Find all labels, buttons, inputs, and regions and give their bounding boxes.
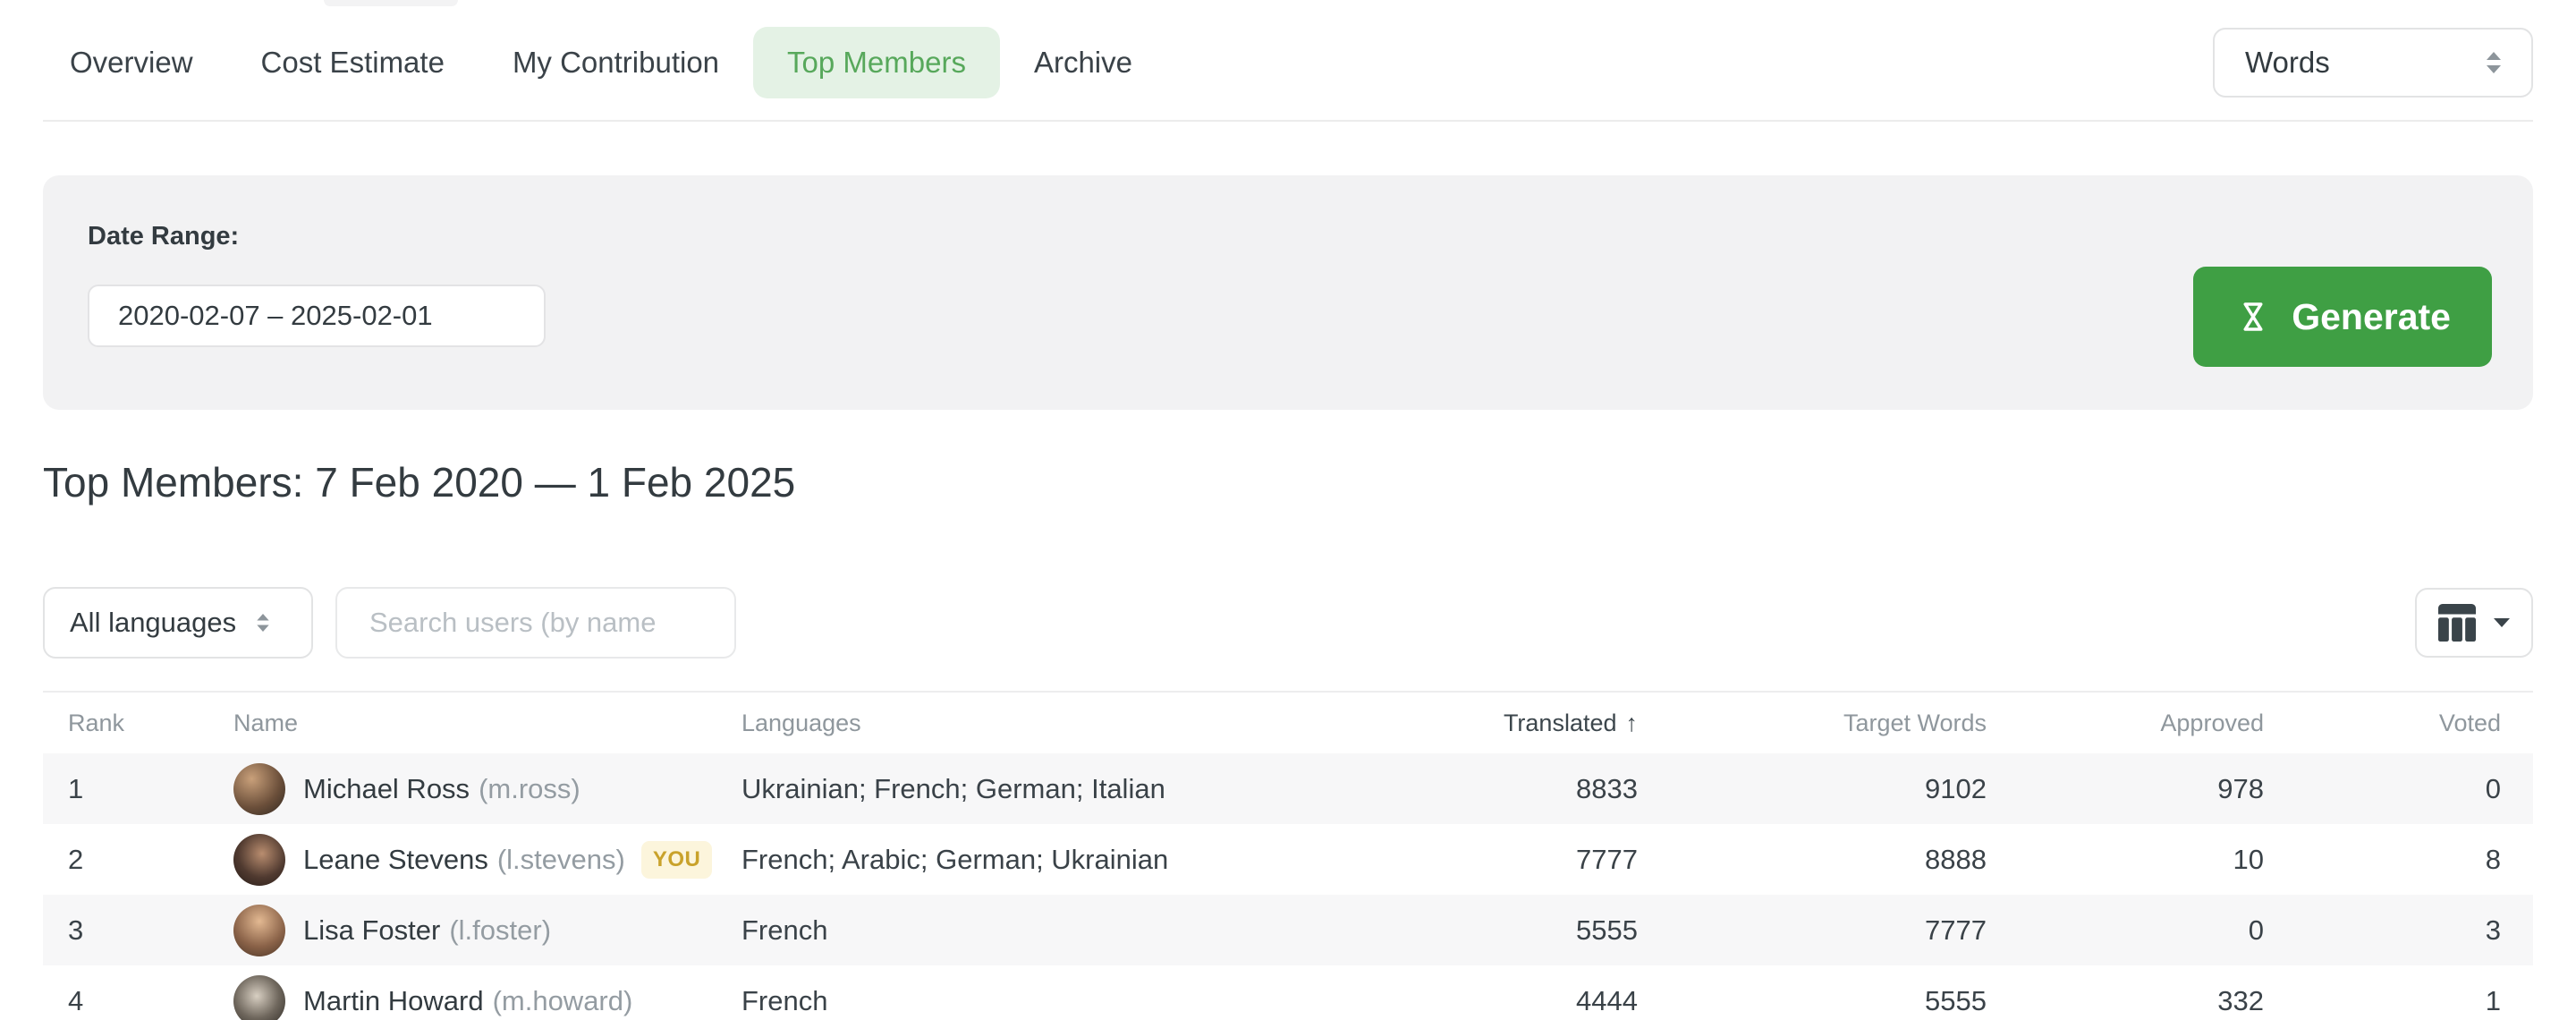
target-words-value: 5555 — [1670, 985, 2019, 1017]
report-tabs: Overview Cost Estimate My Contribution T… — [36, 27, 1166, 98]
member-username: (m.ross) — [479, 773, 580, 805]
translated-value: 7777 — [1321, 844, 1670, 876]
translated-value: 8833 — [1321, 773, 1670, 805]
tab-my-contribution[interactable]: My Contribution — [479, 27, 753, 98]
rank-value: 1 — [43, 773, 233, 805]
languages-value: Ukrainian; French; German; Italian — [741, 773, 1321, 805]
table-row: 4 Martin Howard (m.howard) French 4444 5… — [43, 965, 2533, 1020]
member-name[interactable]: Leane Stevens — [303, 844, 488, 876]
member-cell: Martin Howard (m.howard) — [233, 975, 741, 1020]
member-name[interactable]: Michael Ross — [303, 773, 470, 805]
target-words-value: 7777 — [1670, 914, 2019, 947]
approved-value: 10 — [2019, 844, 2296, 876]
column-header-name[interactable]: Name — [233, 710, 741, 737]
table-row: 1 Michael Ross (m.ross) Ukrainian; Frenc… — [43, 753, 2533, 824]
member-name[interactable]: Martin Howard — [303, 985, 484, 1017]
sort-ascending-icon: ↑ — [1626, 710, 1639, 736]
reports-page: Overview Cost Estimate My Contribution T… — [0, 0, 2576, 1020]
avatar — [233, 975, 285, 1020]
languages-value: French — [741, 985, 1321, 1017]
translated-value: 4444 — [1321, 985, 1670, 1017]
chevron-down-icon — [2492, 616, 2512, 629]
tabs-divider — [43, 120, 2533, 122]
select-arrows-icon — [2483, 50, 2504, 75]
member-cell: Lisa Foster (l.foster) — [233, 905, 741, 956]
member-username: (m.howard) — [493, 985, 633, 1017]
language-filter-select[interactable]: All languages — [43, 587, 313, 659]
rank-value: 3 — [43, 914, 233, 947]
column-header-approved[interactable]: Approved — [2019, 710, 2296, 737]
select-arrows-icon — [254, 612, 272, 633]
approved-value: 332 — [2019, 985, 2296, 1017]
member-username: (l.stevens) — [497, 844, 625, 876]
table-row: 2 Leane Stevens (l.stevens) YOU French; … — [43, 824, 2533, 895]
voted-value: 1 — [2296, 985, 2533, 1017]
columns-settings-button[interactable] — [2415, 588, 2533, 658]
unit-select[interactable]: Words — [2213, 28, 2533, 98]
date-range-input[interactable]: 2020-02-07 – 2025-02-01 — [88, 285, 546, 347]
date-range-value: 2020-02-07 – 2025-02-01 — [118, 300, 433, 332]
language-filter-value: All languages — [70, 607, 236, 639]
table-header-row: Rank Name Languages Translated↑ Target W… — [43, 691, 2533, 753]
avatar — [233, 834, 285, 886]
top-members-table: Rank Name Languages Translated↑ Target W… — [43, 691, 2533, 1020]
languages-value: French — [741, 914, 1321, 947]
tab-archive[interactable]: Archive — [1000, 27, 1166, 98]
target-words-value: 8888 — [1670, 844, 2019, 876]
member-cell: Michael Ross (m.ross) — [233, 763, 741, 815]
voted-value: 3 — [2296, 914, 2533, 947]
table-row: 3 Lisa Foster (l.foster) French 5555 777… — [43, 895, 2533, 965]
unit-select-value: Words — [2245, 46, 2330, 80]
voted-value: 8 — [2296, 844, 2533, 876]
languages-value: French; Arabic; German; Ukrainian — [741, 844, 1321, 876]
member-username: (l.foster) — [449, 914, 551, 947]
rank-value: 4 — [43, 985, 233, 1017]
table-columns-icon — [2436, 604, 2478, 642]
column-header-languages[interactable]: Languages — [741, 710, 1321, 737]
generate-button[interactable]: Generate — [2193, 267, 2492, 367]
you-badge: YOU — [641, 841, 713, 879]
date-range-label: Date Range: — [88, 222, 239, 251]
column-header-translated[interactable]: Translated↑ — [1321, 710, 1670, 737]
column-header-voted[interactable]: Voted — [2296, 710, 2533, 737]
column-header-target-words[interactable]: Target Words — [1670, 710, 2019, 737]
avatar — [233, 905, 285, 956]
tab-top-members[interactable]: Top Members — [753, 27, 1000, 98]
clipped-top-element — [324, 0, 458, 6]
member-name[interactable]: Lisa Foster — [303, 914, 440, 947]
tab-cost-estimate[interactable]: Cost Estimate — [227, 27, 479, 98]
report-generator-panel: Date Range: 2020-02-07 – 2025-02-01 Gene… — [43, 175, 2533, 410]
translated-value: 5555 — [1321, 914, 1670, 947]
page-title: Top Members: 7 Feb 2020 — 1 Feb 2025 — [43, 460, 795, 506]
avatar — [233, 763, 285, 815]
search-input[interactable] — [335, 587, 736, 659]
approved-value: 0 — [2019, 914, 2296, 947]
member-cell: Leane Stevens (l.stevens) YOU — [233, 834, 741, 886]
approved-value: 978 — [2019, 773, 2296, 805]
tab-overview[interactable]: Overview — [36, 27, 227, 98]
rank-value: 2 — [43, 844, 233, 876]
voted-value: 0 — [2296, 773, 2533, 805]
column-header-rank[interactable]: Rank — [43, 710, 233, 737]
hourglass-icon — [2234, 298, 2272, 336]
generate-button-label: Generate — [2292, 296, 2451, 338]
target-words-value: 9102 — [1670, 773, 2019, 805]
